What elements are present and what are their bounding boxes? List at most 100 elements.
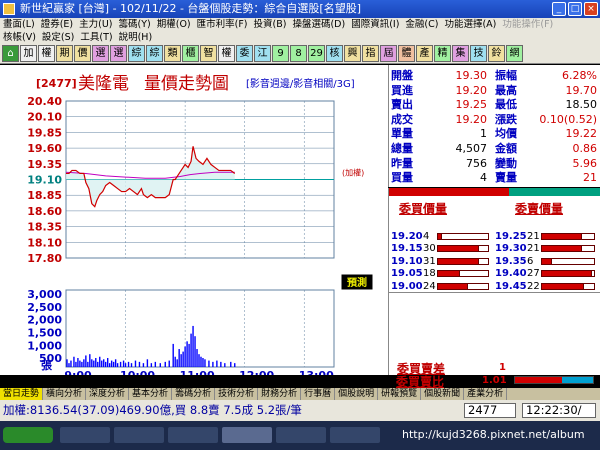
toolbar-button[interactable]: 集: [452, 45, 469, 62]
quote-value: 19.20: [455, 83, 488, 97]
bottom-tab[interactable]: 籌碼分析: [172, 388, 216, 400]
toolbar-button[interactable]: 網: [506, 45, 523, 62]
menu-item[interactable]: 說明(H): [116, 31, 156, 44]
window-title: 新世紀贏家 [台灣] - 102/11/22 - 台盤個股走勢：綜合自選股[名望…: [20, 2, 361, 15]
menu-item[interactable]: 期權(O): [154, 18, 194, 31]
toolbar-button[interactable]: 類: [164, 45, 181, 62]
toolbar-button[interactable]: 江: [254, 45, 271, 62]
home-icon[interactable]: ⌂: [2, 45, 19, 62]
bid-row: 19.10 31: [391, 256, 491, 267]
taskbar-item[interactable]: [114, 427, 164, 443]
time-tick-label: 9:00: [64, 369, 92, 375]
bottom-tab[interactable]: 研報預覽: [378, 388, 422, 400]
bid-price: 19.20: [391, 231, 423, 242]
quote-label: 金額: [495, 142, 517, 155]
toolbar-button[interactable]: 29: [308, 45, 325, 62]
bottom-tab[interactable]: 深度分析: [86, 388, 130, 400]
toolbar-button[interactable]: 綜: [128, 45, 145, 62]
taskbar-item[interactable]: [330, 427, 380, 443]
menu-item[interactable]: 工具(T): [77, 31, 115, 44]
menu-item[interactable]: 籌碼(Y): [116, 18, 154, 31]
bottom-tab[interactable]: 橫向分析: [43, 388, 87, 400]
bid-row: 19.00 24: [391, 281, 491, 292]
menu-item[interactable]: 畫面(L): [0, 18, 38, 31]
ask-price: 19.35: [495, 255, 527, 267]
start-button[interactable]: [3, 427, 53, 443]
quote-row: 買進 19.20 最高 19.70: [389, 84, 600, 97]
toolbar-button[interactable]: 屆: [380, 45, 397, 62]
close-button[interactable]: ×: [584, 2, 598, 16]
toolbar-button[interactable]: 加: [20, 45, 37, 62]
ask-bar: [541, 233, 582, 240]
volume-tick-label: 3,000: [27, 288, 62, 301]
bottom-tab[interactable]: 行事曆: [301, 388, 336, 400]
taskbar-item[interactable]: [276, 427, 326, 443]
time-tick-label: 12:00: [239, 369, 274, 375]
toolbar-button[interactable]: 價: [74, 45, 91, 62]
toolbar-button[interactable]: 綜: [146, 45, 163, 62]
price-tick-label: 19.85: [27, 126, 62, 139]
bottom-tab[interactable]: 當日走勢: [0, 388, 44, 400]
stock-code-input[interactable]: 2477: [464, 403, 516, 418]
toolbar-button[interactable]: 選: [92, 45, 109, 62]
time-tick-label: 13:00: [299, 369, 334, 375]
price-tick-label: 18.35: [27, 221, 62, 234]
bid-row: 19.15 30: [391, 243, 491, 254]
quote-value: 1: [480, 127, 487, 141]
toolbar-button[interactable]: 指: [362, 45, 379, 62]
menu-item[interactable]: 投資(B): [251, 18, 290, 31]
toolbar-button[interactable]: 櫃: [182, 45, 199, 62]
ask-row: 19.45 22: [495, 281, 599, 292]
menu-item[interactable]: 金融(C): [402, 18, 441, 31]
menu-item[interactable]: 國際資訊(I): [348, 18, 402, 31]
toolbar-button[interactable]: 核: [326, 45, 343, 62]
price-volume-chart[interactable]: 20.40 20.10 19.85 19.60 19.35 19.10 18.85 18.60…: [0, 65, 388, 375]
toolbar-button[interactable]: 興: [344, 45, 361, 62]
volume-tick-label: 2,000: [27, 314, 62, 327]
bid-price: 19.05: [391, 268, 423, 280]
bottom-tab[interactable]: 基本分析: [129, 388, 173, 400]
quote-panel: 開盤 19.30 振幅 6.28% 買進 19.20 最高 19.70 賣出 19.25 最低 18.…: [388, 65, 600, 187]
category-links: [影音週邊/影音相關/3G]: [246, 77, 355, 90]
toolbar-button[interactable]: 選: [110, 45, 127, 62]
toolbar-button[interactable]: 產: [416, 45, 433, 62]
quote-label: 均價: [495, 127, 517, 141]
bottom-tab[interactable]: 產業分析: [464, 388, 508, 400]
bottom-tab[interactable]: 個股新聞: [421, 388, 465, 400]
toolbar-button[interactable]: 權: [218, 45, 235, 62]
toolbar-button[interactable]: 技: [470, 45, 487, 62]
toolbar-button[interactable]: 權: [38, 45, 55, 62]
taskbar-item[interactable]: [60, 427, 110, 443]
quote-label: 振幅: [495, 69, 517, 82]
toolbar-button[interactable]: 精: [434, 45, 451, 62]
menu-item[interactable]: 設定(S): [39, 31, 77, 44]
menu-item[interactable]: 匯市利率(F): [194, 18, 251, 31]
quote-label: 賣出: [391, 98, 413, 112]
bid-title: 委買價量: [399, 202, 448, 216]
minimize-button[interactable]: _: [552, 2, 566, 16]
bottom-tab[interactable]: 技術分析: [215, 388, 259, 400]
taskbar-item[interactable]: [222, 427, 272, 443]
bottom-tab[interactable]: 財務分析: [258, 388, 302, 400]
ask-bar: [541, 270, 592, 278]
maximize-button[interactable]: □: [568, 2, 582, 16]
window-titlebar[interactable]: 新世紀贏家 [台灣] - 102/11/22 - 台盤個股走勢：綜合自選股[名望…: [0, 0, 600, 18]
toolbar-button[interactable]: 9: [272, 45, 289, 62]
taskbar-item[interactable]: [168, 427, 218, 443]
menu-item[interactable]: 主力(U): [76, 18, 115, 31]
toolbar-button[interactable]: 智: [200, 45, 217, 62]
toolbar-button[interactable]: 期: [56, 45, 73, 62]
menu-item[interactable]: 核帳(V): [0, 31, 39, 44]
toolbar-button[interactable]: 8: [290, 45, 307, 62]
toolbar-button[interactable]: 鈴: [488, 45, 505, 62]
menu-item[interactable]: 操盤選碼(D): [289, 18, 348, 31]
toolbar-button[interactable]: 體: [398, 45, 415, 62]
menu-item[interactable]: 證券(E): [38, 18, 76, 31]
toolbar-button[interactable]: 委: [236, 45, 253, 62]
quote-row: 昨量 756 變動 5.96: [389, 157, 600, 170]
quote-value: 19.70: [565, 83, 598, 97]
menu-item[interactable]: 功能選擇(A): [441, 18, 499, 31]
flat-line-label: (加權): [342, 168, 364, 178]
bottom-tab[interactable]: 個股說明: [335, 388, 379, 400]
bid-ask-panel: 委買價量 委賣價量 委買賣差 1 19.20 4 19.15 30 19.10 31 19.…: [388, 188, 600, 376]
